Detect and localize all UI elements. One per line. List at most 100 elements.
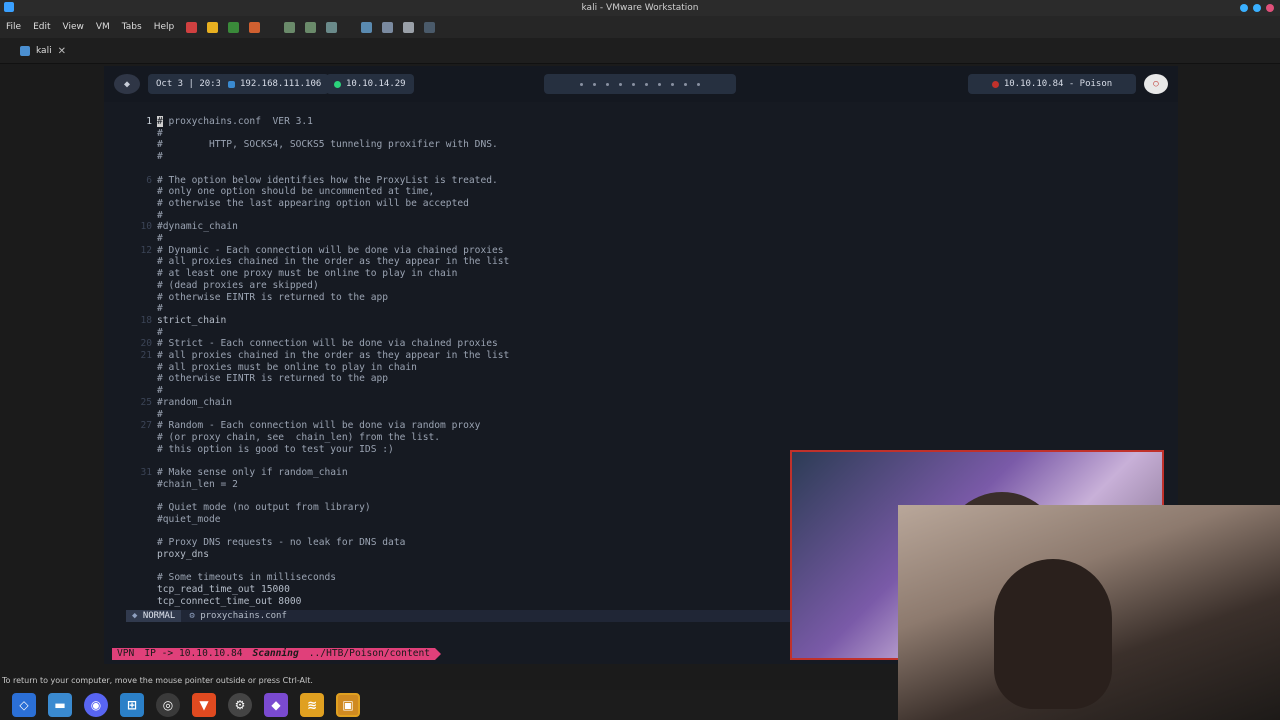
vim-mode-icon: ◆ (132, 611, 143, 621)
prompt-vpn: VPN (112, 648, 140, 660)
menu-file[interactable]: File (0, 22, 27, 32)
editor-line[interactable]: #quiet_mode (122, 514, 221, 526)
editor-line[interactable]: # (122, 233, 163, 245)
vscode-icon[interactable]: ◇ (12, 693, 36, 717)
pause-icon[interactable] (207, 21, 219, 33)
minimize-button[interactable] (1240, 4, 1248, 12)
streamer-person (994, 559, 1112, 709)
power-off-icon[interactable] (186, 21, 198, 33)
editor-line[interactable] (122, 526, 157, 538)
editor-line[interactable]: proxy_dns (122, 549, 209, 561)
editor-line[interactable]: 6 # The option below identifies how the P… (122, 175, 498, 187)
editor-line[interactable]: # all proxies must be online to play in … (122, 362, 417, 374)
editor-line[interactable]: tcp_connect_time_out 8000 (122, 596, 301, 608)
fullscreen-icon[interactable] (403, 21, 415, 33)
restore-snapshot-icon[interactable] (326, 21, 338, 33)
editor-line[interactable]: tcp_read_time_out 15000 (122, 584, 290, 596)
editor-line[interactable]: # this option is good to test your IDS :… (122, 444, 394, 456)
workspace-dot-icon[interactable] (619, 82, 622, 86)
brave-icon[interactable]: ▼ (192, 693, 216, 717)
editor-line[interactable] (122, 163, 157, 175)
editor-line[interactable]: # otherwise EINTR is returned to the app (122, 292, 388, 304)
editor-line[interactable]: # otherwise EINTR is returned to the app (122, 373, 388, 385)
editor-line[interactable]: # (122, 385, 163, 397)
editor-line[interactable] (122, 455, 157, 467)
editor-line[interactable]: 31 # Make sense only if random_chain (122, 467, 347, 479)
editor-line[interactable]: # (122, 128, 163, 140)
workspace-dot-icon[interactable] (593, 82, 596, 86)
workspace-dot-icon[interactable] (658, 82, 661, 86)
show-library-icon[interactable] (361, 21, 373, 33)
revert-icon[interactable] (249, 21, 261, 33)
kali-menu-button[interactable]: ◆ (114, 74, 140, 94)
editor-line[interactable]: # Proxy DNS requests - no leak for DNS d… (122, 537, 405, 549)
editor-line[interactable]: # (122, 327, 163, 339)
editor-line[interactable]: 18 strict_chain (122, 315, 226, 327)
workspace-dot-icon[interactable] (632, 82, 635, 86)
menu-tabs[interactable]: Tabs (116, 22, 148, 32)
power-menu-button[interactable]: ○ (1144, 74, 1168, 94)
editor-line[interactable] (122, 561, 157, 573)
editor-line[interactable]: 1 # proxychains.conf VER 3.1 (122, 116, 313, 128)
editor-line[interactable]: # Some timeouts in milliseconds (122, 572, 336, 584)
editor-line[interactable]: # only one option should be uncommented … (122, 186, 434, 198)
editor-line[interactable]: 25 #random_chain (122, 397, 232, 409)
layers-icon[interactable]: ≋ (300, 693, 324, 717)
play-icon[interactable] (228, 21, 240, 33)
snapshot-manager-icon[interactable] (305, 21, 317, 33)
editor-line[interactable]: # (or proxy chain, see chain_len) from t… (122, 432, 440, 444)
unity-icon[interactable] (424, 21, 436, 33)
editor-line[interactable]: # HTTP, SOCKS4, SOCKS5 tunneling proxifi… (122, 139, 498, 151)
workspaces-pill[interactable] (544, 74, 736, 94)
menubar: File Edit View VM Tabs Help (0, 16, 1280, 38)
close-window-button[interactable] (1266, 4, 1274, 12)
editor-line[interactable]: #chain_len = 2 (122, 479, 238, 491)
menu-edit[interactable]: Edit (27, 22, 56, 32)
prompt-path: ../HTB/Poison/content (303, 648, 436, 660)
workspace-dot-icon[interactable] (580, 82, 583, 86)
editor-line[interactable]: 27 # Random - Each connection will be don… (122, 420, 480, 432)
maximize-button[interactable] (1253, 4, 1261, 12)
thumbnail-bar-icon[interactable] (382, 21, 394, 33)
editor-line[interactable]: # otherwise the last appearing option wi… (122, 198, 469, 210)
editor-line[interactable]: 20 # Strict - Each connection will be don… (122, 338, 497, 350)
workspace-dot-icon[interactable] (697, 82, 700, 86)
snapshot-icon[interactable] (284, 21, 296, 33)
settings-icon[interactable]: ⚙ (228, 693, 252, 717)
menu-view[interactable]: View (57, 22, 90, 32)
editor-line[interactable]: 12 # Dynamic - Each connection will be do… (122, 245, 503, 257)
editor-line[interactable] (122, 490, 157, 502)
editor-line[interactable]: # (122, 151, 163, 163)
code-text: # (dead proxies are skipped) (157, 279, 319, 291)
editor-line[interactable]: 10 #dynamic_chain (122, 221, 237, 233)
editor-line[interactable]: # (122, 303, 163, 315)
workspace-dot-icon[interactable] (684, 82, 687, 86)
menu-help[interactable]: Help (148, 22, 181, 32)
editor-line[interactable]: # all proxies chained in the order as th… (122, 256, 509, 268)
editor-line[interactable]: # at least one proxy must be online to p… (122, 268, 457, 280)
obsidian-icon[interactable]: ◆ (264, 693, 288, 717)
local-ip-pill: 192.168.111.106 (220, 74, 330, 94)
editor-line[interactable]: # Quiet mode (no output from library) (122, 502, 371, 514)
obs-icon[interactable]: ◎ (156, 693, 180, 717)
editor-line[interactable]: 21 # all proxies chained in the order as … (122, 350, 509, 362)
tab-bar: kali ✕ (0, 38, 1280, 64)
menu-vm[interactable]: VM (90, 22, 116, 32)
editor-line[interactable]: # (dead proxies are skipped) (122, 280, 319, 292)
close-tab-icon[interactable]: ✕ (58, 46, 66, 57)
editor-line[interactable]: # (122, 409, 163, 421)
editor-line[interactable]: # (122, 210, 163, 222)
vmware-icon[interactable]: ▣ (336, 693, 360, 717)
files-icon[interactable]: ▬ (48, 693, 72, 717)
line-number: 6 (146, 174, 152, 186)
local-ip: 192.168.111.106 (240, 79, 322, 89)
tab-kali[interactable]: kali ✕ (14, 42, 72, 60)
workspace-dot-icon[interactable] (671, 82, 674, 86)
toolbar (186, 21, 436, 33)
streamer-webcam (898, 505, 1280, 720)
code-text: # (157, 151, 163, 163)
browser-icon[interactable]: ⊞ (120, 693, 144, 717)
workspace-dot-icon[interactable] (645, 82, 648, 86)
discord-icon[interactable]: ◉ (84, 693, 108, 717)
workspace-dot-icon[interactable] (606, 82, 609, 86)
